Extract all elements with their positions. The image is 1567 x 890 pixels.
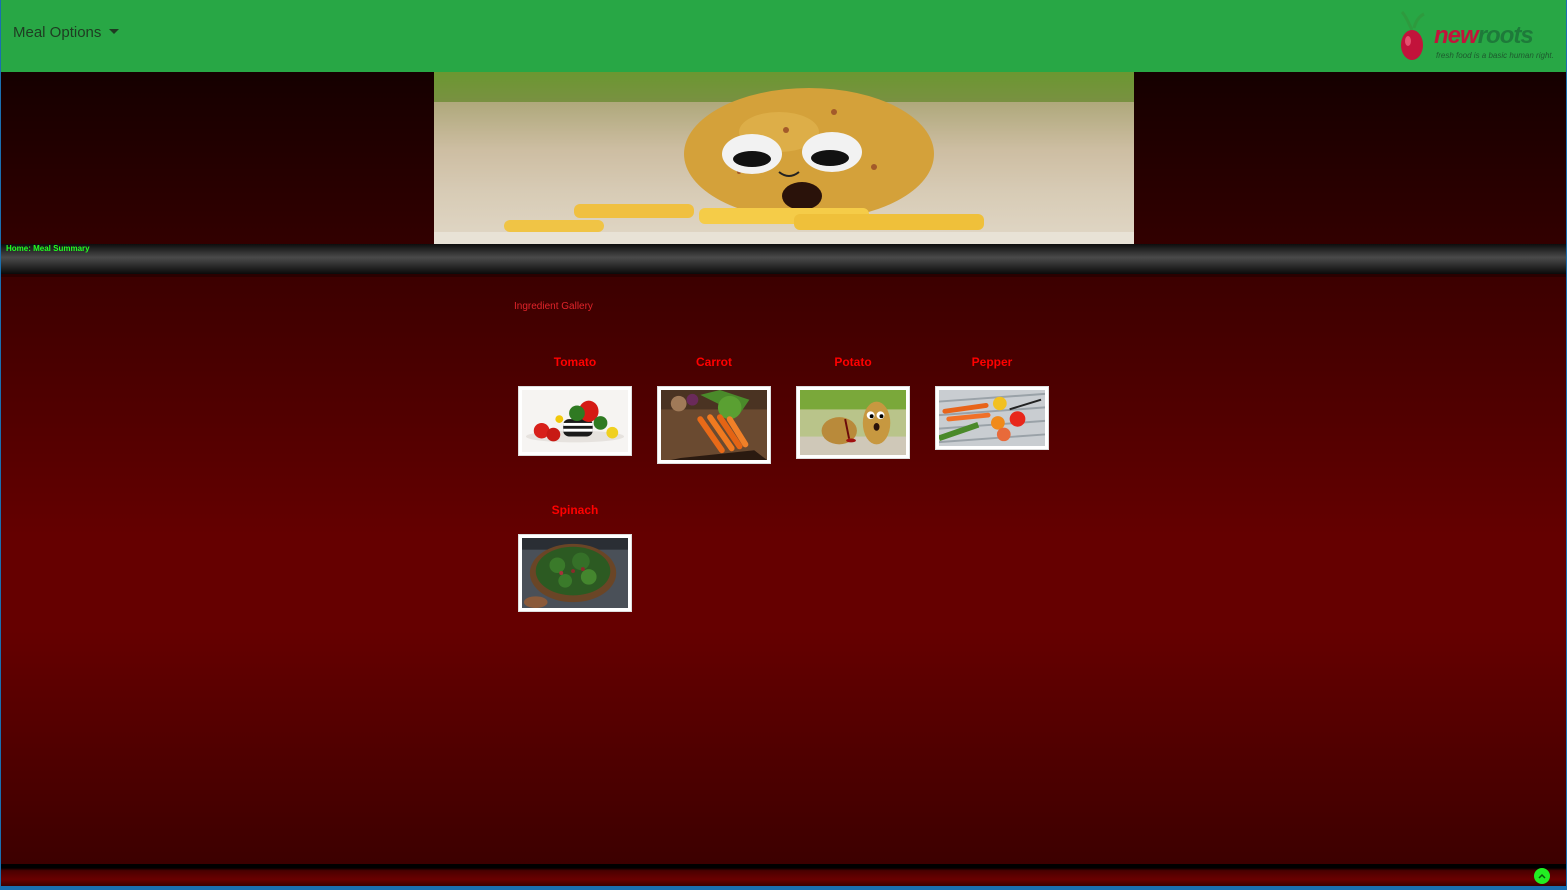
logo-tagline: fresh food is a basic human right.: [1436, 51, 1554, 60]
thumb-spinach[interactable]: [518, 534, 632, 612]
carrot-image: [661, 390, 767, 460]
thumb-potato[interactable]: [796, 386, 910, 459]
thumb-pepper[interactable]: [935, 386, 1049, 450]
item-label-potato: Potato: [834, 355, 872, 369]
item-label-carrot: Carrot: [695, 355, 732, 369]
tomato-image: [522, 390, 628, 452]
spinach-image: [522, 538, 628, 608]
item-label-pepper: Pepper: [971, 355, 1013, 369]
logo-wordmark: newroots: [1434, 22, 1534, 49]
potato-image: [800, 390, 906, 455]
thumb-tomato[interactable]: [518, 386, 632, 456]
thumb-carrot[interactable]: [657, 386, 771, 464]
item-label-spinach: Spinach: [551, 503, 599, 517]
hero-banner: [1, 72, 1566, 244]
pepper-image: [939, 390, 1045, 446]
new-roots-logo[interactable]: newroots fresh food is a basic human rig…: [1394, 10, 1554, 64]
gallery-title: Ingredient Gallery: [514, 301, 593, 312]
chevron-up-icon: [1538, 873, 1546, 879]
breadcrumb[interactable]: Home: Meal Summary: [6, 244, 90, 253]
main-content: Ingredient Gallery Tomato Carrot Potato …: [1, 274, 1566, 867]
hero-potato-image: [434, 72, 1134, 244]
item-label-tomato: Tomato: [553, 355, 597, 369]
beet-icon: [1400, 10, 1425, 60]
meal-options-label: Meal Options: [13, 24, 102, 41]
caret-down-icon: [109, 29, 120, 34]
meal-options-dropdown[interactable]: Meal Options: [13, 24, 120, 41]
footer-bar: [1, 864, 1566, 886]
top-navbar: Meal Options newroots fresh food is a ba…: [1, 0, 1566, 72]
scroll-top-button[interactable]: [1534, 868, 1550, 884]
breadcrumb-bar: Home: Meal Summary: [1, 244, 1566, 274]
